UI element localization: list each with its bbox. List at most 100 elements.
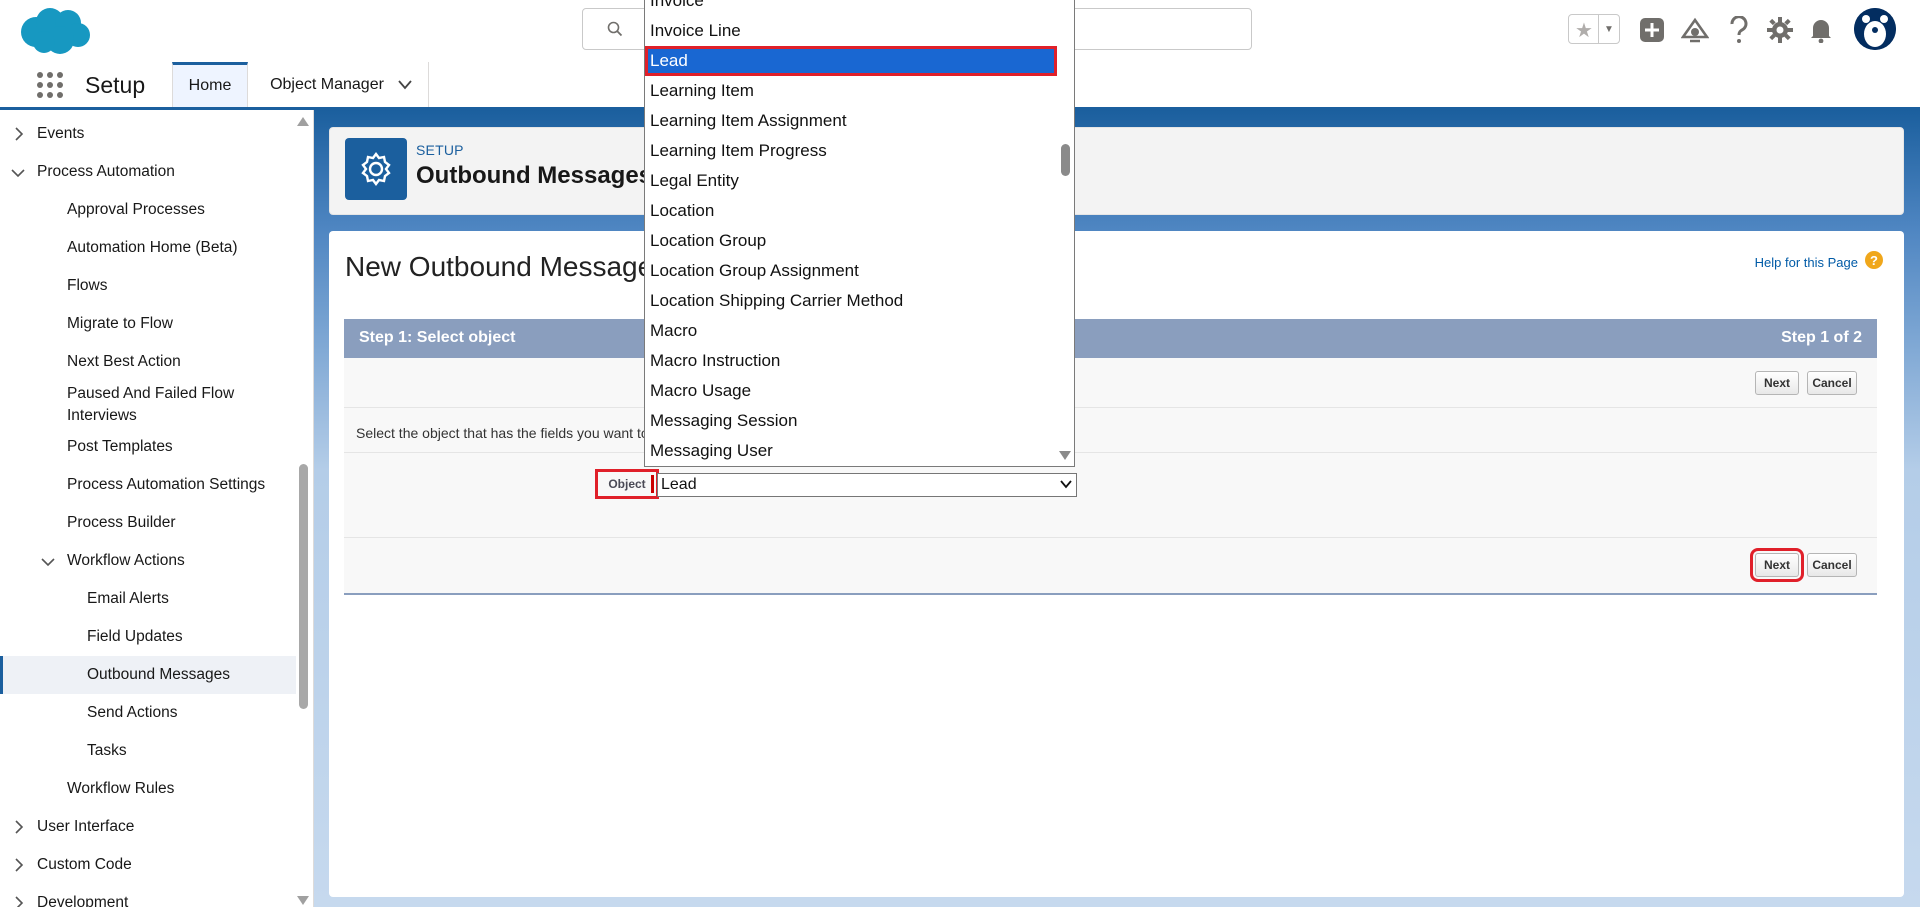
divider [344,407,1877,408]
dropdown-option[interactable]: Macro [645,316,1057,346]
dropdown-option[interactable]: Messaging Session [645,406,1057,436]
tab-object-manager[interactable]: Object Manager [248,62,429,107]
favorites-button[interactable]: ★ ▼ [1568,14,1620,44]
trailhead-icon[interactable] [1679,14,1711,46]
dropdown-option[interactable]: Location Group [645,226,1057,256]
sidebar-item-field-updates[interactable]: Field Updates [0,618,296,656]
dropdown-option[interactable]: Messaging User [645,436,1057,466]
sidebar-item-next-best-action[interactable]: Next Best Action [0,343,296,381]
setup-eyebrow: SETUP [416,142,464,158]
help-question-icon[interactable]: ? [1865,251,1883,269]
cancel-button-bottom[interactable]: Cancel [1807,553,1857,577]
chevron-right-icon [15,858,24,872]
scroll-down-arrow-icon[interactable] [1059,451,1071,461]
sidebar-item-label: Process Automation Settings [67,476,266,493]
sidebar-item-label: Custom Code [37,856,132,873]
sidebar-item-label: Workflow Rules [67,780,175,797]
setup-gear-icon[interactable] [1764,14,1796,46]
tab-object-manager-label: Object Manager [270,75,384,93]
object-dropdown-list[interactable]: Invoice Invoice Line Lead Learning Item … [644,0,1075,467]
sidebar-item-approval-processes[interactable]: Approval Processes [0,191,296,229]
sidebar-item-post-templates[interactable]: Post Templates [0,428,296,466]
next-button-top[interactable]: Next [1755,371,1799,395]
sidebar-item-workflow-rules[interactable]: Workflow Rules [0,770,296,808]
notifications-bell-icon[interactable] [1805,14,1837,46]
app-name: Setup [85,72,146,98]
sidebar-item-label: Next Best Action [67,353,181,370]
sidebar-item-outbound-messages[interactable]: Outbound Messages [0,656,296,694]
sidebar-item-label: Automation Home (Beta) [67,239,238,256]
divider [344,537,1877,538]
sidebar-item-process-builder[interactable]: Process Builder [0,504,296,542]
setup-gear-tile [345,138,407,200]
object-select[interactable]: Lead [657,473,1077,497]
wizard-step-bar: Step 1: Select object Step 1 of 2 [344,319,1877,358]
sidebar-item-events[interactable]: Events [0,115,296,153]
sidebar-item-email-alerts[interactable]: Email Alerts [0,580,296,618]
dropdown-option[interactable]: Macro Instruction [645,346,1057,376]
dropdown-option[interactable]: Invoice [645,0,1057,16]
sidebar-item-workflow-actions[interactable]: Workflow Actions [0,542,296,580]
sidebar-item-automation-home[interactable]: Automation Home (Beta) [0,229,296,267]
chevron-down-icon [11,169,25,178]
sidebar-item-tasks[interactable]: Tasks [0,732,296,770]
sidebar-item-process-automation[interactable]: Process Automation [0,153,296,191]
dropdown-option[interactable]: Location Group Assignment [645,256,1057,286]
sidebar-item-paused-failed-flow-interviews[interactable]: Paused And Failed Flow Interviews [0,380,296,430]
dropdown-option[interactable]: Invoice Line [645,16,1057,46]
sidebar-item-label: Approval Processes [67,201,205,218]
dropdown-option[interactable]: Legal Entity [645,166,1057,196]
chevron-right-icon [15,127,24,141]
dropdown-option[interactable]: Learning Item Assignment [645,106,1057,136]
dropdown-scrollbar-thumb[interactable] [1061,144,1070,176]
app-launcher-icon[interactable] [36,71,64,99]
sidebar-scrollbar-thumb[interactable] [299,464,308,709]
dropdown-option-selected[interactable]: Lead [645,46,1057,76]
sidebar-item-process-automation-settings[interactable]: Process Automation Settings [0,466,296,504]
dropdown-option[interactable]: Learning Item Progress [645,136,1057,166]
global-actions-icon[interactable] [1636,14,1668,46]
help-icon[interactable] [1723,14,1755,46]
content-card: New Outbound Message Help for this Page … [329,231,1904,897]
sidebar-item-label: Process Automation [37,163,175,180]
scroll-up-arrow-icon[interactable] [297,116,309,126]
gear-icon [361,152,391,186]
sidebar-item-label: Workflow Actions [67,552,185,569]
wizard-step-panel: Step 1: Select object Step 1 of 2 Next C… [344,319,1877,595]
tab-home-label: Home [188,77,232,94]
tab-home[interactable]: Home [172,62,248,107]
help-for-this-page-link[interactable]: Help for this Page [1755,255,1858,270]
sidebar-item-label: User Interface [37,818,135,835]
user-avatar[interactable] [1854,8,1896,50]
chevron-right-icon [15,820,24,834]
sidebar-item-label: Events [37,125,85,142]
required-indicator [651,475,654,493]
dropdown-option[interactable]: Macro Usage [645,376,1057,406]
sidebar-item-custom-code[interactable]: Custom Code [0,846,296,884]
step-count: Step 1 of 2 [1781,329,1862,346]
dropdown-option[interactable]: Location Shipping Carrier Method [645,286,1057,316]
sidebar-item-user-interface[interactable]: User Interface [0,808,296,846]
setup-page-header: SETUP Outbound Messages [329,127,1904,215]
salesforce-logo[interactable] [18,6,92,56]
cancel-button-top[interactable]: Cancel [1807,371,1857,395]
sidebar-item-flows[interactable]: Flows [0,267,296,305]
dropdown-option[interactable]: Learning Item [645,76,1057,106]
favorites-list-icon[interactable]: ▼ [1598,15,1619,43]
scroll-down-arrow-icon[interactable] [297,896,309,906]
sidebar-item-development[interactable]: Development [0,884,296,907]
sidebar-item-migrate-to-flow[interactable]: Migrate to Flow [0,305,296,343]
object-field-label: Object [595,469,659,499]
page-title: New Outbound Message [345,251,654,282]
sidebar-item-send-actions[interactable]: Send Actions [0,694,296,732]
chevron-down-icon[interactable] [398,80,412,90]
next-button-bottom[interactable]: Next [1750,548,1804,582]
search-icon [607,21,623,37]
sidebar-item-label: Email Alerts [87,590,169,607]
sidebar-item-label: Tasks [87,742,127,759]
dropdown-option[interactable]: Location [645,196,1057,226]
step-title: Step 1: Select object [359,329,516,346]
chevron-down-icon [1060,480,1072,489]
sidebar-item-label: Outbound Messages [87,666,231,683]
chevron-right-icon [15,896,24,907]
